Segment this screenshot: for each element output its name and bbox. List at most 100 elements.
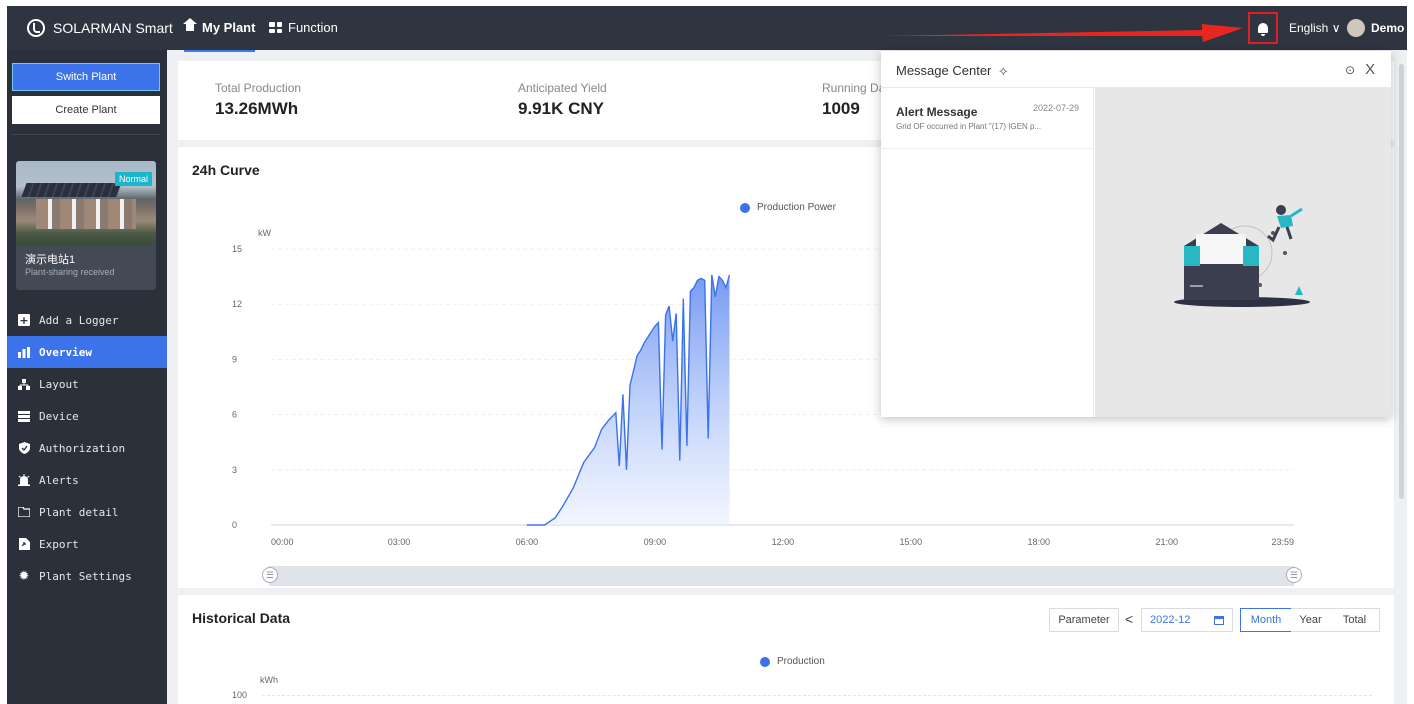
y-tick-label: 3 [232, 465, 237, 475]
sidebar: Switch Plant Create Plant Normal 演示电站1 P… [7, 50, 167, 704]
stat-value: 13.26MWh [215, 99, 299, 118]
x-tick-label: 12:00 [772, 537, 795, 547]
x-tick-label: 18:00 [1028, 537, 1051, 547]
range-year-button[interactable]: Year [1291, 608, 1331, 632]
message-center-title: Message Center ⟡ [896, 63, 1008, 79]
zoom-slider-end-handle[interactable]: ☰ [1286, 567, 1302, 583]
month-picker[interactable]: 2022-12 [1141, 608, 1233, 632]
function-grid-icon [269, 22, 282, 33]
historical-y-tick: 100 [232, 690, 248, 700]
message-item-title: Alert Message [896, 105, 978, 119]
message-center-tools: ⊙ X [1345, 61, 1375, 78]
x-tick-label: 06:00 [516, 537, 539, 547]
sidebar-item-label: Plant detail [39, 505, 119, 519]
y-tick-label: 9 [232, 354, 237, 364]
historical-title: Historical Data [192, 610, 291, 626]
stat-value: 9.91K CNY [518, 99, 604, 118]
notification-bell-button[interactable] [1248, 12, 1278, 44]
close-icon[interactable]: X [1365, 61, 1375, 78]
shield-icon [18, 442, 30, 454]
x-tick-label: 03:00 [388, 537, 411, 547]
historical-legend[interactable]: Production [760, 656, 825, 667]
sidebar-item-label: Device [39, 409, 79, 423]
message-center-panel: Message Center ⟡ ⊙ X Alert Message 2022-… [881, 51, 1391, 417]
historical-unit: kWh [260, 675, 278, 685]
sidebar-item-label: Add a Logger [39, 313, 119, 327]
switch-plant-button[interactable]: Switch Plant [12, 63, 160, 91]
y-tick-label: 12 [232, 299, 242, 309]
gear-icon: ✹ [18, 568, 30, 584]
stat-value: 1009 [822, 99, 860, 118]
top-bar: SOLARMAN Smart My Plant Function English… [7, 6, 1407, 52]
sidebar-item-label: Authorization [39, 441, 126, 455]
brand-logo[interactable]: SOLARMAN Smart [27, 19, 173, 37]
message-list: Alert Message 2022-07-29 Grid OF occurre… [881, 88, 1094, 417]
sidebar-item-layout[interactable]: Layout [7, 368, 167, 400]
empty-message-illustration [1174, 205, 1310, 307]
x-tick-label: 00:00 [271, 537, 294, 547]
stat-running-days: Running Da 1009 [822, 81, 885, 119]
message-item[interactable]: Alert Message 2022-07-29 Grid OF occurre… [881, 88, 1094, 149]
settings-circle-icon[interactable]: ⊙ [1345, 63, 1355, 78]
previous-month-button[interactable]: < [1125, 611, 1133, 627]
message-item-text: Grid OF occurred in Plant "(17) IGEN p..… [896, 122, 1042, 131]
sidebar-item-label: Layout [39, 377, 79, 391]
parameter-button[interactable]: Parameter [1049, 608, 1119, 632]
home-icon [183, 17, 197, 33]
calendar-icon [1214, 615, 1224, 625]
clear-brush-icon[interactable]: ⟡ [999, 63, 1008, 78]
y-tick-label: 6 [232, 410, 237, 420]
x-tick-label: 23:59 [1271, 537, 1294, 547]
message-center-title-text: Message Center [896, 63, 992, 78]
sidebar-item-label: Export [39, 537, 79, 551]
alarm-icon [18, 474, 30, 486]
create-plant-button[interactable]: Create Plant [12, 96, 160, 124]
page-scrollbar[interactable] [1399, 64, 1404, 499]
plus-square-icon: + [18, 313, 30, 327]
sidebar-item-export[interactable]: Export [7, 528, 167, 560]
plant-card[interactable]: Normal 演示电站1 Plant-sharing received [16, 161, 156, 290]
plant-status-badge: Normal [114, 172, 152, 186]
user-name[interactable]: Demo [1371, 21, 1404, 35]
sidebar-item-overview[interactable]: Overview [7, 336, 167, 368]
sidebar-item-plant-settings[interactable]: ✹ Plant Settings [7, 560, 167, 592]
stat-anticipated-yield: Anticipated Yield 9.91K CNY [518, 81, 607, 119]
stat-label: Total Production [215, 81, 302, 95]
solarman-logo-icon [27, 19, 45, 37]
stat-total-production: Total Production 13.26MWh [215, 81, 301, 119]
stat-label: Anticipated Yield [518, 81, 607, 95]
sidebar-item-authorization[interactable]: Authorization [7, 432, 167, 464]
stat-label: Running Da [822, 81, 886, 95]
brand-name: SOLARMAN Smart [53, 20, 173, 36]
message-center-header: Message Center ⟡ ⊙ X [881, 51, 1391, 88]
zoom-slider-start-handle[interactable]: ☰ [262, 567, 278, 583]
bell-icon [1258, 23, 1268, 36]
y-tick-label: 0 [232, 520, 237, 530]
language-selector[interactable]: English ∨ [1289, 21, 1340, 35]
tab-my-plant-label: My Plant [202, 20, 256, 35]
tab-function[interactable]: Function [269, 20, 338, 35]
sidebar-item-device[interactable]: Device [7, 400, 167, 432]
app-frame: SOLARMAN Smart My Plant Function English… [7, 6, 1407, 704]
plant-name: 演示电站1 [25, 254, 76, 266]
device-icon [18, 410, 30, 422]
range-total-button[interactable]: Total [1330, 608, 1380, 632]
range-month-button[interactable]: Month [1240, 608, 1292, 632]
y-tick-label: 15 [232, 244, 242, 254]
sidebar-item-label: Alerts [39, 473, 79, 487]
plant-subtitle: Plant-sharing received [25, 267, 115, 277]
tab-my-plant[interactable]: My Plant [183, 17, 256, 52]
sidebar-item-alerts[interactable]: Alerts [7, 464, 167, 496]
folder-icon [18, 506, 30, 518]
y-axis-unit: kW [258, 228, 272, 238]
month-picker-value: 2022-12 [1150, 614, 1191, 626]
legend-dot [760, 656, 770, 667]
message-detail-pane [1095, 88, 1391, 417]
tab-function-label: Function [288, 20, 338, 35]
zoom-slider-track[interactable] [269, 566, 1294, 586]
x-tick-label: 21:00 [1155, 537, 1178, 547]
sidebar-item-add-logger[interactable]: + Add a Logger [7, 304, 167, 336]
avatar[interactable] [1347, 19, 1365, 37]
sidebar-item-plant-detail[interactable]: Plant detail [7, 496, 167, 528]
production-power-area [526, 274, 730, 525]
